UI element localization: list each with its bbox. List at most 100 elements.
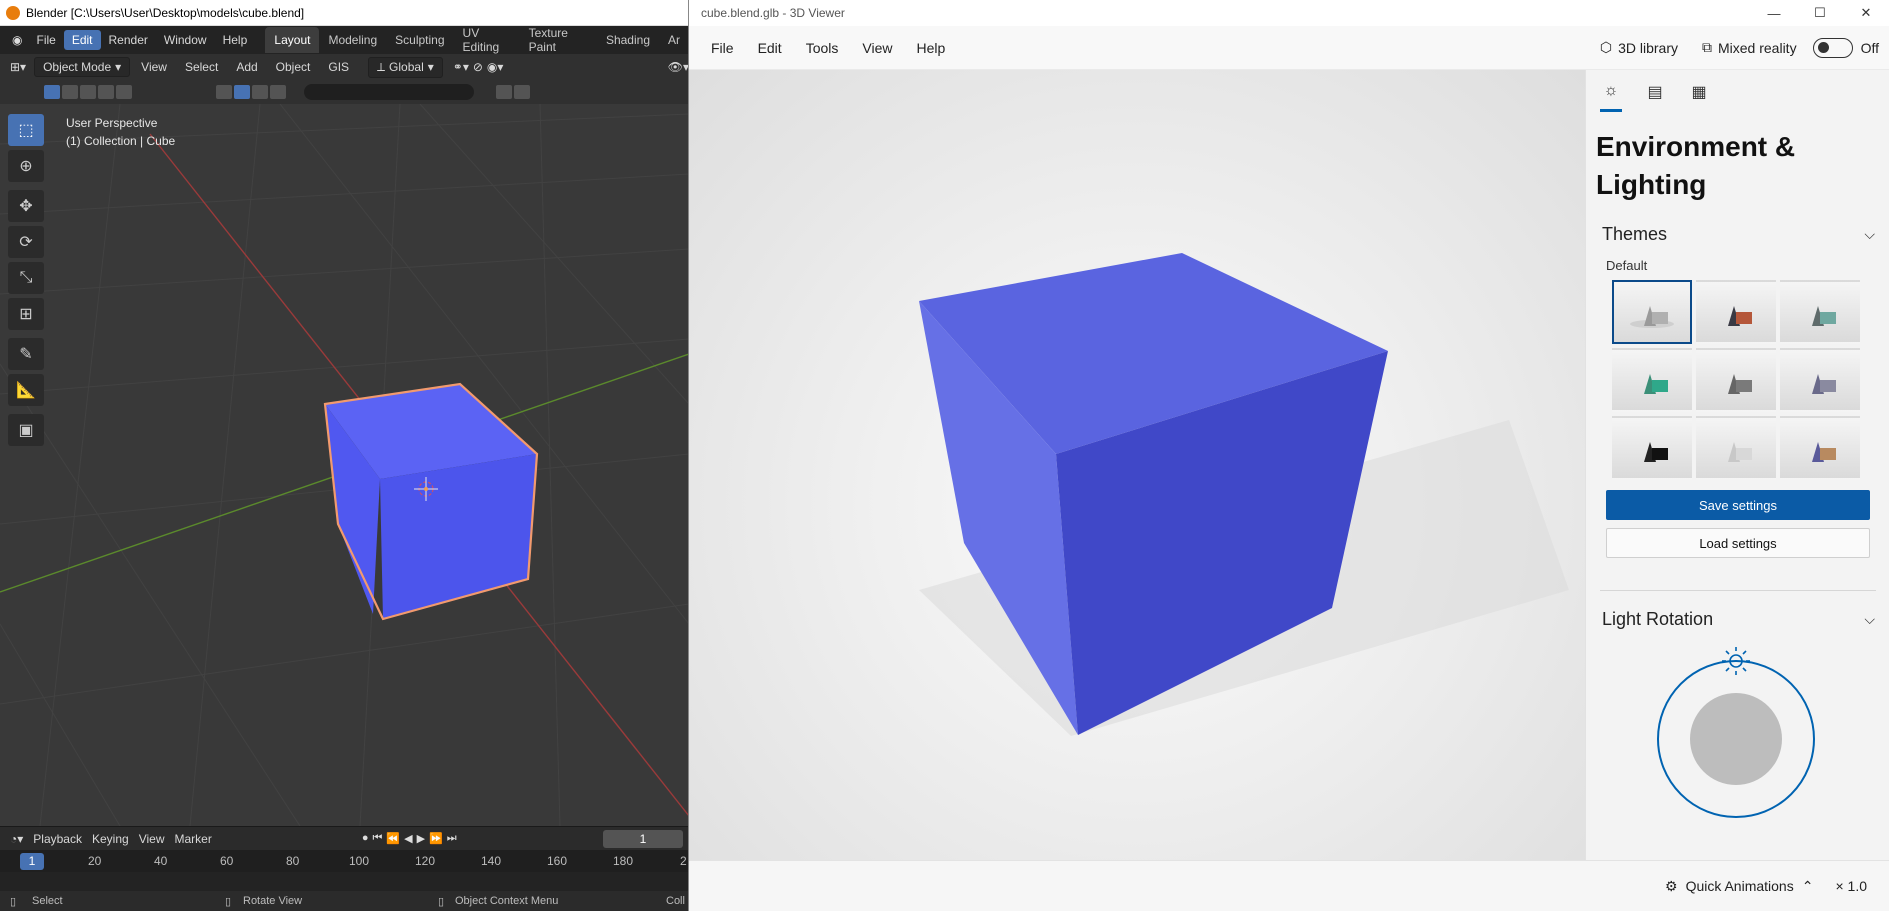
- lighting-tab-icon[interactable]: ☼: [1600, 82, 1622, 112]
- jump-start-icon[interactable]: ⏮: [372, 832, 382, 845]
- maximize-icon[interactable]: ☐: [1797, 0, 1843, 26]
- status-select: Select: [32, 895, 63, 907]
- viewer-menu-edit[interactable]: Edit: [746, 40, 794, 56]
- select-mode-subtract-icon[interactable]: [80, 85, 96, 99]
- add-cube-tool-icon[interactable]: ▣: [8, 414, 44, 446]
- object-mode-dropdown[interactable]: Object Mode ▾: [34, 57, 131, 77]
- viewer-menu-file[interactable]: File: [699, 40, 746, 56]
- transform-tool-icon[interactable]: ⊞: [8, 298, 44, 330]
- light-rotation-control[interactable]: [1586, 639, 1889, 819]
- editor-type-icon[interactable]: ⊞▾: [6, 60, 30, 74]
- mixed-reality-toggle[interactable]: [1812, 37, 1853, 58]
- timeline-ruler[interactable]: 1 20 40 60 80 100 120 140 160 180 2: [0, 850, 689, 872]
- viewport-info: User Perspective (1) Collection | Cube: [66, 114, 175, 150]
- timeline-editor-icon[interactable]: ◔▾: [10, 832, 23, 846]
- close-icon[interactable]: ✕: [1843, 0, 1889, 26]
- proportional-icon[interactable]: ◉▾: [487, 60, 504, 74]
- header-select[interactable]: Select: [178, 58, 225, 76]
- overlay-icon[interactable]: 👁▾: [668, 60, 689, 74]
- shading-wire-icon[interactable]: [216, 85, 232, 99]
- jump-end-icon[interactable]: ⏭: [447, 832, 457, 845]
- select-mode-intersect-icon[interactable]: [116, 85, 132, 99]
- record-icon[interactable]: ●: [362, 832, 369, 845]
- prev-keyframe-icon[interactable]: ⏪: [386, 832, 400, 845]
- rotate-tool-icon[interactable]: ⟳: [8, 226, 44, 258]
- shading-rendered-icon[interactable]: [270, 85, 286, 99]
- play-icon[interactable]: ▶: [417, 832, 425, 845]
- tick-label: 80: [286, 854, 300, 868]
- next-keyframe-icon[interactable]: ⏩: [429, 832, 443, 845]
- menu-help[interactable]: Help: [215, 30, 256, 50]
- shading-material-icon[interactable]: [252, 85, 268, 99]
- quick-animations-button[interactable]: Quick Animations: [1686, 878, 1794, 894]
- orientation-dropdown[interactable]: ⟂ Global ▾: [368, 56, 443, 78]
- timeline-menu-marker[interactable]: Marker: [174, 832, 211, 846]
- theme-swatch[interactable]: [1612, 416, 1692, 480]
- menu-edit[interactable]: Edit: [63, 30, 101, 50]
- theme-swatch[interactable]: [1696, 348, 1776, 412]
- shading-solid-icon[interactable]: [234, 85, 250, 99]
- select-mode-invert-icon[interactable]: [98, 85, 114, 99]
- light-rotation-section-header[interactable]: Light Rotation ⌵: [1586, 599, 1889, 639]
- header-object[interactable]: Object: [269, 58, 318, 76]
- save-settings-button[interactable]: Save settings: [1606, 490, 1870, 520]
- minimize-icon[interactable]: —: [1751, 0, 1797, 26]
- snap-icon[interactable]: ⊘: [473, 60, 483, 74]
- 3d-library-button[interactable]: ⬡ 3D library: [1592, 39, 1686, 56]
- mixed-reality-button[interactable]: ⧉ Mixed reality: [1694, 39, 1805, 56]
- theme-swatch[interactable]: [1780, 280, 1860, 344]
- playback-speed[interactable]: × 1.0: [1835, 878, 1867, 894]
- select-mode-extend-icon[interactable]: [62, 85, 78, 99]
- menu-file[interactable]: File: [28, 30, 63, 50]
- theme-swatch[interactable]: [1696, 416, 1776, 480]
- theme-swatch[interactable]: [1780, 348, 1860, 412]
- scale-tool-icon[interactable]: ⤡: [8, 262, 44, 294]
- grid-tab-icon[interactable]: ▦: [1688, 82, 1710, 110]
- tab-texture-paint[interactable]: Texture Paint: [520, 20, 597, 60]
- viewer-menu-tools[interactable]: Tools: [794, 40, 851, 56]
- tab-sculpting[interactable]: Sculpting: [386, 27, 453, 53]
- theme-swatch[interactable]: [1780, 416, 1860, 480]
- tab-layout[interactable]: Layout: [265, 27, 320, 53]
- menu-window[interactable]: Window: [156, 30, 215, 50]
- tab-uv-editing[interactable]: UV Editing: [454, 20, 520, 60]
- menu-render[interactable]: Render: [101, 30, 156, 50]
- tab-modeling[interactable]: Modeling: [319, 27, 386, 53]
- move-tool-icon[interactable]: ✥: [8, 190, 44, 222]
- themes-section-header[interactable]: Themes ⌵: [1586, 214, 1889, 254]
- load-settings-button[interactable]: Load settings: [1606, 528, 1870, 558]
- pivot-icon[interactable]: ⚭▾: [453, 60, 469, 74]
- theme-swatch[interactable]: [1696, 280, 1776, 344]
- header-view[interactable]: View: [134, 58, 174, 76]
- tab-animation[interactable]: Ar: [659, 27, 689, 53]
- cursor-tool-icon[interactable]: ⊕: [8, 150, 44, 182]
- play-reverse-icon[interactable]: ◀: [404, 832, 412, 845]
- viewer-menu-view[interactable]: View: [850, 40, 904, 56]
- filter-icon[interactable]: [496, 85, 512, 99]
- viewer-cube[interactable]: [689, 70, 1585, 860]
- current-frame-field[interactable]: 1: [603, 829, 683, 848]
- timeline-menu-view[interactable]: View: [139, 832, 165, 846]
- measure-tool-icon[interactable]: 📐: [8, 374, 44, 406]
- chevron-up-icon[interactable]: ⌃: [1802, 878, 1814, 895]
- select-mode-new-icon[interactable]: [44, 85, 60, 99]
- 3d-viewport[interactable]: User Perspective (1) Collection | Cube ⬚…: [0, 104, 689, 826]
- annotate-tool-icon[interactable]: ✎: [8, 338, 44, 370]
- viewer-menu-help[interactable]: Help: [904, 40, 957, 56]
- select-box-tool-icon[interactable]: ⬚: [8, 114, 44, 146]
- viewer-canvas[interactable]: [689, 70, 1585, 860]
- timeline-menu-keying[interactable]: Keying: [92, 832, 129, 846]
- selected-cube[interactable]: [323, 382, 539, 621]
- blender-menu-icon[interactable]: ◉: [6, 33, 28, 47]
- header-gis[interactable]: GIS: [321, 58, 356, 76]
- blender-logo-icon: [6, 5, 20, 20]
- tab-shading[interactable]: Shading: [597, 27, 659, 53]
- stats-tab-icon[interactable]: ▤: [1644, 82, 1666, 110]
- header-add[interactable]: Add: [229, 58, 264, 76]
- theme-swatch[interactable]: [1612, 348, 1692, 412]
- playhead-label[interactable]: 1: [20, 853, 44, 870]
- timeline-menu-playback[interactable]: Playback: [33, 832, 82, 846]
- outliner-search-input[interactable]: [304, 84, 474, 100]
- theme-swatch[interactable]: [1612, 280, 1692, 344]
- bookmark-icon[interactable]: [514, 85, 530, 99]
